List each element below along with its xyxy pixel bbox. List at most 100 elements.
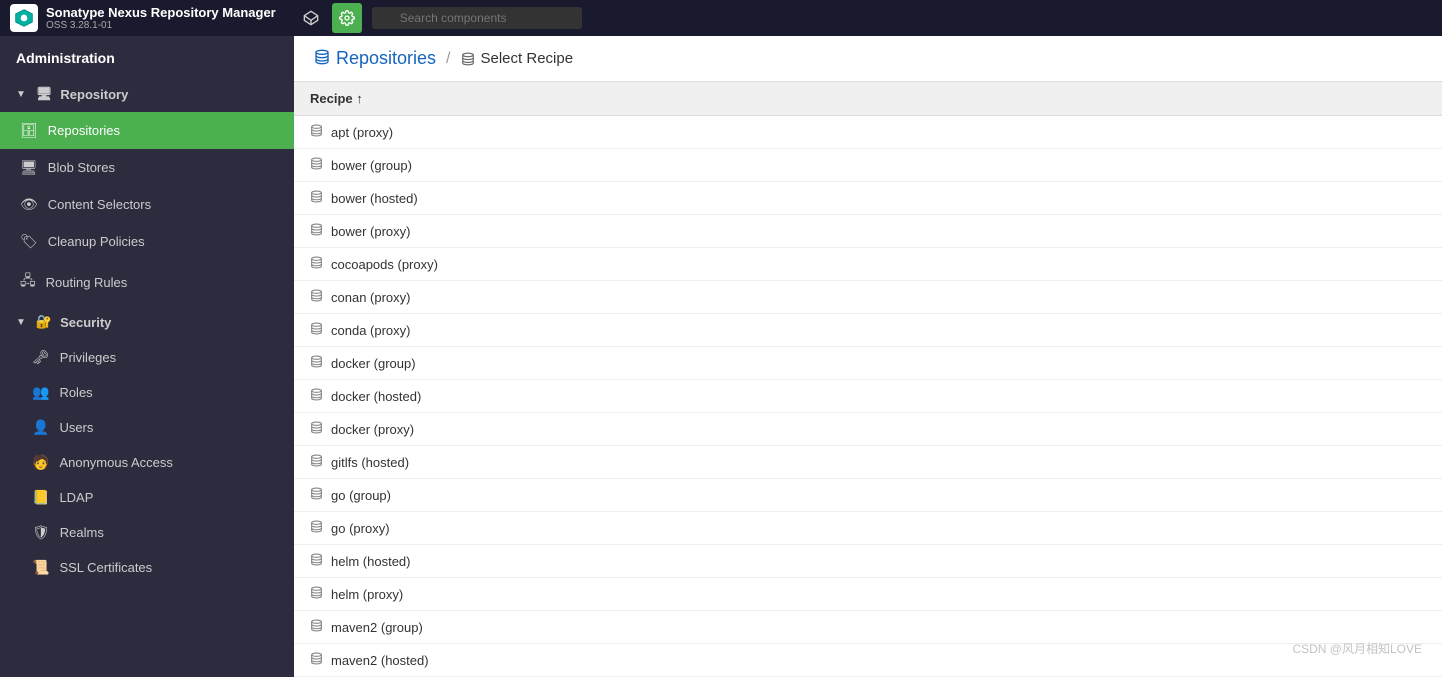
recipe-db-icon [310,586,323,602]
recipe-label: bower (group) [331,158,412,173]
app-version: OSS 3.28.1-01 [46,20,276,31]
recipe-table-container: Recipe ↑ apt (proxy) bower (group) bower… [294,82,1442,677]
recipe-db-icon [310,190,323,206]
recipe-db-icon [310,520,323,536]
repositories-icon: 🗄 [20,122,38,139]
recipe-label: apt (proxy) [331,125,393,140]
content-selectors-label: Content Selectors [48,197,151,212]
sidebar-item-roles[interactable]: 👥 Roles [0,375,294,410]
gear-icon-btn[interactable] [332,3,362,33]
table-row[interactable]: cocoapods (proxy) [294,248,1442,281]
users-label: Users [59,420,93,435]
recipe-db-icon [310,652,323,668]
sidebar-item-repositories[interactable]: 🗄 Repositories [0,112,294,149]
sidebar-item-blob-stores[interactable]: 🖥 Blob Stores [0,149,294,186]
breadcrumb-current: Select Recipe [461,50,574,67]
table-row[interactable]: bower (proxy) [294,215,1442,248]
ldap-icon: 📒 [32,489,49,506]
top-bar: Sonatype Nexus Repository Manager OSS 3.… [0,0,1442,36]
recipe-label: cocoapods (proxy) [331,257,438,272]
recipe-label: docker (group) [331,356,416,371]
ssl-cert-icon: 📜 [32,559,49,576]
main-layout: Administration ▼ 🖥 Repository 🗄 Reposito… [0,36,1442,677]
repositories-label: Repositories [48,123,120,138]
sidebar-item-content-selectors[interactable]: 👁 Content Selectors [0,186,294,223]
sidebar-item-anonymous-access[interactable]: 🧑 Anonymous Access [0,445,294,480]
table-row[interactable]: bower (group) [294,149,1442,182]
ldap-label: LDAP [59,490,93,505]
sidebar-item-cleanup-policies[interactable]: 🏷 Cleanup Policies [0,223,294,260]
recipe-label: go (group) [331,488,391,503]
table-row[interactable]: docker (group) [294,347,1442,380]
ssl-cert-label: SSL Certificates [59,560,152,575]
recipe-label: go (proxy) [331,521,390,536]
recipe-label: bower (hosted) [331,191,418,206]
sidebar-item-privileges[interactable]: 🗝 Privileges [0,340,294,375]
recipe-db-icon [310,157,323,173]
recipe-label: helm (hosted) [331,554,410,569]
search-input[interactable] [372,7,582,29]
app-name: Sonatype Nexus Repository Manager [46,5,276,21]
watermark: CSDN @风月相知LOVE [1292,640,1422,657]
sidebar-item-users[interactable]: 👤 Users [0,410,294,445]
privileges-icon: 🗝 [32,349,50,366]
roles-label: Roles [59,385,92,400]
security-group-label: Security [60,315,111,330]
expand-icon: ▼ [16,89,26,100]
repository-group-header[interactable]: ▼ 🖥 Repository [0,76,294,112]
recipe-db-icon [310,355,323,371]
table-row[interactable]: go (proxy) [294,512,1442,545]
table-row[interactable]: maven2 (hosted) [294,644,1442,677]
sidebar-item-ssl-certificates[interactable]: 📜 SSL Certificates [0,550,294,585]
table-row[interactable]: helm (proxy) [294,578,1442,611]
breadcrumb-link[interactable]: Repositories [336,48,436,69]
top-bar-icons [296,3,362,33]
anonymous-access-icon: 🧑 [32,454,49,471]
recipe-label: bower (proxy) [331,224,410,239]
recipe-db-icon [310,421,323,437]
privileges-label: Privileges [60,350,116,365]
anonymous-access-label: Anonymous Access [59,455,172,470]
content-header: Repositories / Select Recipe [294,36,1442,82]
breadcrumb-separator: / [446,50,450,68]
table-row[interactable]: conda (proxy) [294,314,1442,347]
search-wrapper: 🔍 [372,7,582,29]
recipe-label: gitlfs (hosted) [331,455,409,470]
table-row[interactable]: bower (hosted) [294,182,1442,215]
cube-icon-btn[interactable] [296,3,326,33]
recipe-label: maven2 (hosted) [331,653,429,668]
table-row[interactable]: conan (proxy) [294,281,1442,314]
app-logo: Sonatype Nexus Repository Manager OSS 3.… [10,4,276,32]
security-group-header[interactable]: ▼ 🔐 Security [0,304,294,340]
users-icon: 👤 [32,419,49,436]
table-row[interactable]: gitlfs (hosted) [294,446,1442,479]
table-row[interactable]: docker (proxy) [294,413,1442,446]
cleanup-policies-icon: 🏷 [20,233,38,250]
recipe-db-icon [310,256,323,272]
sidebar-item-routing-rules[interactable]: 🖧 Routing Rules [0,260,294,304]
recipe-label: conan (proxy) [331,290,410,305]
repository-icon: 🖥 [36,86,53,102]
sidebar-item-realms[interactable]: 🛡 Realms [0,515,294,550]
security-group-icon: 🔐 [36,314,52,330]
table-row[interactable]: helm (hosted) [294,545,1442,578]
recipe-db-icon [310,388,323,404]
sidebar-item-ldap[interactable]: 📒 LDAP [0,480,294,515]
table-row[interactable]: docker (hosted) [294,380,1442,413]
sidebar: Administration ▼ 🖥 Repository 🗄 Reposito… [0,36,294,677]
recipe-db-icon [310,487,323,503]
table-row[interactable]: go (group) [294,479,1442,512]
content-area: Repositories / Select Recipe Recipe ↑ [294,36,1442,677]
repository-group-label: Repository [60,87,128,102]
recipe-column-header[interactable]: Recipe ↑ [294,82,1442,116]
realms-icon: 🛡 [32,524,50,541]
blob-stores-label: Blob Stores [48,160,115,175]
table-row[interactable]: apt (proxy) [294,116,1442,149]
repositories-breadcrumb-icon [314,49,330,68]
logo-icon [10,4,38,32]
content-selectors-icon: 👁 [20,196,38,213]
table-row[interactable]: maven2 (group) [294,611,1442,644]
recipe-db-icon [310,223,323,239]
routing-rules-label: Routing Rules [46,275,128,290]
recipe-db-icon [310,553,323,569]
